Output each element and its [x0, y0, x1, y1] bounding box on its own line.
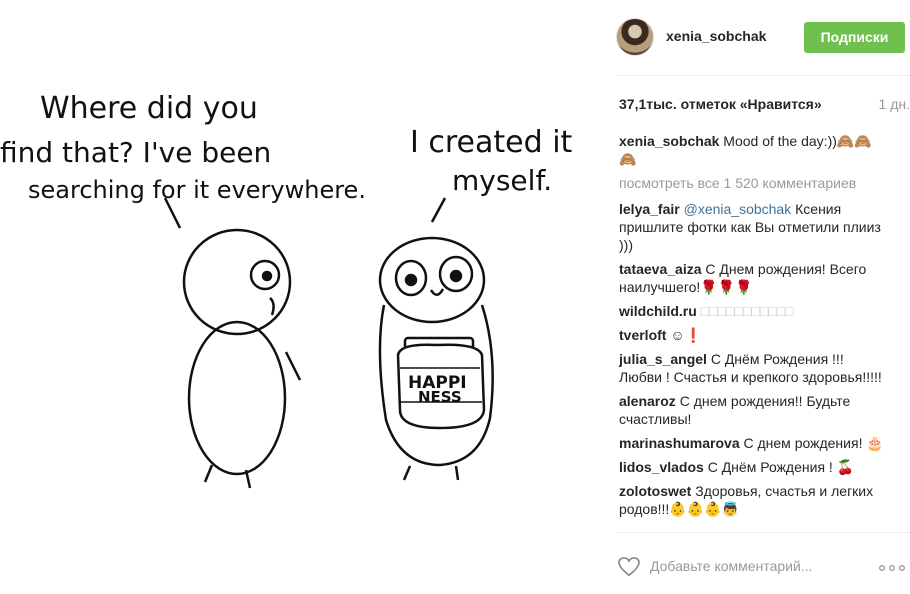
- right-speech-line-2: myself.: [452, 164, 552, 197]
- following-button[interactable]: Подписки: [804, 22, 905, 53]
- comment-username[interactable]: tverloft: [619, 327, 666, 343]
- list-item: zolotoswet Здоровья, счастья и легких ро…: [619, 482, 889, 518]
- list-item: lidos_vlados С Днём Рождения ! 🍒: [619, 458, 889, 476]
- post-header: xenia_sobchak Подписки: [616, 0, 910, 76]
- add-comment-bar: [616, 532, 910, 594]
- list-item: tataeva_aiza С Днем рождения! Всего наил…: [619, 260, 889, 296]
- left-speech-line-1: Where did you: [40, 91, 258, 126]
- list-item: tverloft ☺❗: [619, 326, 889, 344]
- list-item: alenaroz С днем рождения!! Будьте счастл…: [619, 392, 889, 428]
- comment-text: ☺❗: [670, 327, 703, 343]
- happiness-jar: HAPPI NESS: [396, 336, 486, 430]
- comment-username[interactable]: wildchild.ru: [619, 303, 697, 319]
- comic-illustration: Where did you find that? I've been searc…: [0, 91, 573, 489]
- post-image[interactable]: Where did you find that? I've been searc…: [0, 0, 600, 594]
- list-item: marinashumarova С днем рождения! 🎂: [619, 434, 889, 452]
- comment-username[interactable]: lidos_vlados: [619, 459, 704, 475]
- comment-username[interactable]: alenaroz: [619, 393, 676, 409]
- left-speech-line-3: searching for it everywhere.: [28, 176, 366, 204]
- caption-username[interactable]: xenia_sobchak: [619, 133, 719, 149]
- comment-text: □□□□□□□□□□□: [700, 303, 794, 319]
- comment-text: С днем рождения! 🎂: [743, 435, 884, 451]
- comment-username[interactable]: tataeva_aiza: [619, 261, 702, 277]
- avatar[interactable]: [616, 18, 654, 56]
- view-all-comments-link[interactable]: посмотреть все 1 520 комментариев: [619, 174, 889, 192]
- jar-label-line-2: NESS: [418, 388, 462, 406]
- more-options-icon[interactable]: [879, 565, 905, 571]
- caption-comment: xenia_sobchak Mood of the day:))🙈🙈🙈: [619, 132, 889, 168]
- comment-username[interactable]: julia_s_angel: [619, 351, 707, 367]
- likes-row: 37,1тыс. отметок «Нравится» 1 дн.: [616, 96, 910, 114]
- sad-character: [182, 228, 302, 489]
- comment-username[interactable]: zolotoswet: [619, 483, 691, 499]
- comment-input[interactable]: [650, 555, 860, 577]
- post-time[interactable]: 1 дн.: [879, 96, 910, 112]
- list-item: julia_s_angel С Днём Рождения !!! Любви …: [619, 350, 889, 386]
- left-speech-line-2: find that? I've been: [0, 136, 271, 169]
- post-sidebar: xenia_sobchak Подписки 37,1тыс. отметок …: [600, 0, 910, 594]
- list-item: wildchild.ru □□□□□□□□□□□: [619, 302, 889, 320]
- comments-list: xenia_sobchak Mood of the day:))🙈🙈🙈 посм…: [619, 132, 889, 524]
- header-username[interactable]: xenia_sobchak: [666, 28, 766, 44]
- likes-count[interactable]: 37,1тыс. отметок «Нравится»: [619, 96, 822, 112]
- right-speech-line-1: I created it: [410, 125, 573, 160]
- comment-text: С Днём Рождения ! 🍒: [707, 459, 855, 475]
- heart-icon[interactable]: [618, 557, 640, 577]
- comment-username[interactable]: lelya_fair: [619, 201, 680, 217]
- comment-mention[interactable]: @xenia_sobchak: [684, 201, 792, 217]
- list-item: lelya_fair @xenia_sobchak Ксения пришлит…: [619, 200, 889, 254]
- comment-username[interactable]: marinashumarova: [619, 435, 740, 451]
